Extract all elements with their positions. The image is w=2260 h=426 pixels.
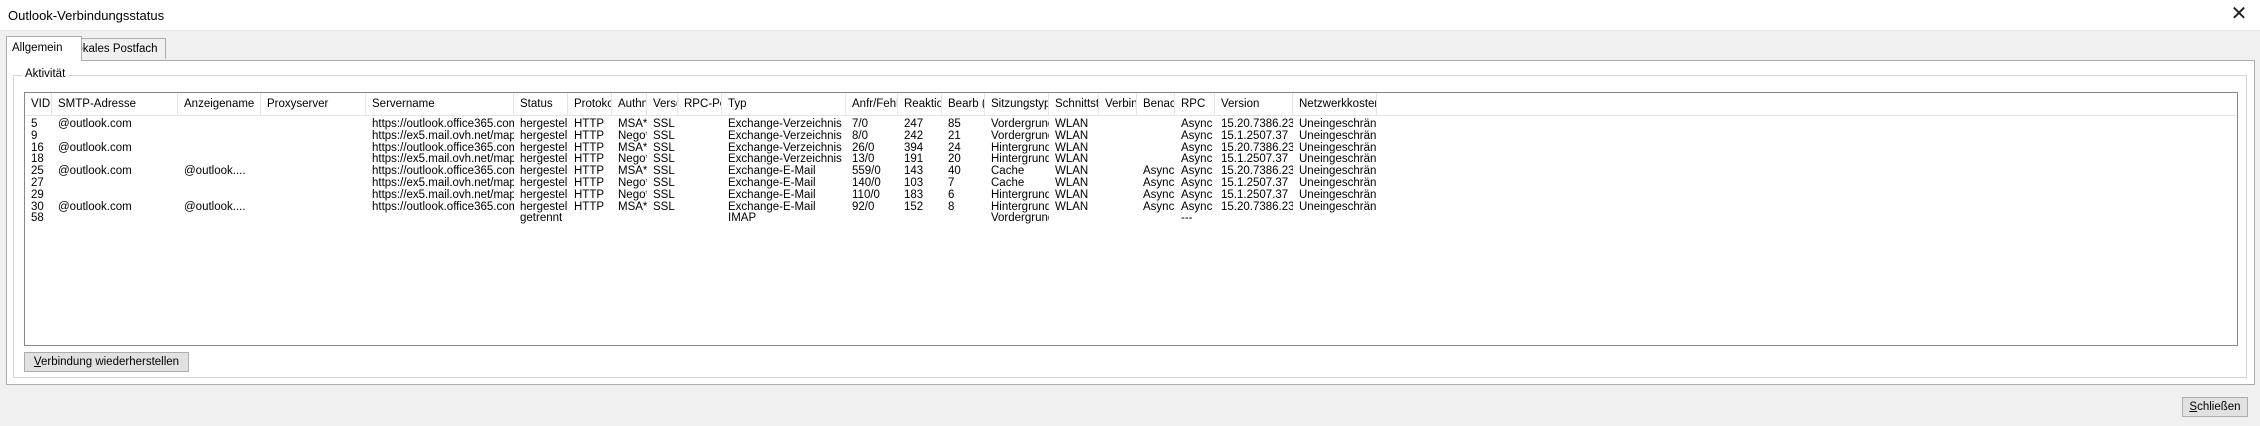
column-header[interactable]: Schnittste...: [1049, 93, 1099, 115]
table-cell: [678, 210, 722, 227]
tab-label: Allgemein: [12, 42, 63, 54]
table-cell: [568, 210, 612, 227]
table-cell: [261, 210, 366, 227]
column-header[interactable]: Version: [1215, 93, 1293, 115]
column-header[interactable]: Bearb (Ø): [942, 93, 985, 115]
column-header[interactable]: VID: [25, 93, 52, 115]
reconnect-button-mnemonic: V: [33, 356, 41, 368]
table-cell: [1293, 210, 1377, 227]
window-title: Outlook-Verbindungsstatus: [8, 8, 165, 23]
tab-label: Lokales Postfach: [70, 43, 158, 55]
activity-group: Aktivität VID SMTP-Adresse Anzeigename Prox…: [13, 68, 2247, 378]
tab-panel: Aktivität VID SMTP-Adresse Anzeigename Prox…: [6, 60, 2255, 385]
table-cell: [178, 210, 261, 227]
table-cell: IMAP: [728, 212, 757, 225]
table-cell: [1099, 210, 1137, 227]
column-header[interactable]: Sitzungstyp: [985, 93, 1049, 115]
table-cell: getrennt: [520, 212, 563, 225]
close-icon[interactable]: ✕: [2228, 4, 2250, 26]
column-header[interactable]: Authn: [612, 93, 647, 115]
table-cell: [52, 210, 178, 227]
column-header[interactable]: Versc...: [647, 93, 678, 115]
list-header: VID SMTP-Adresse Anzeigename Proxyserver Ser…: [25, 93, 2237, 116]
title-bar: Outlook-Verbindungsstatus ✕: [0, 0, 2260, 31]
column-header[interactable]: Anzeigename: [178, 93, 261, 115]
table-cell: [1215, 210, 1293, 227]
column-header[interactable]: Servername: [366, 93, 514, 115]
column-header[interactable]: Typ: [722, 93, 846, 115]
connection-list[interactable]: VID SMTP-Adresse Anzeigename Proxyserver Ser…: [24, 92, 2238, 346]
column-header[interactable]: Benac...: [1137, 93, 1175, 115]
table-cell: [942, 210, 985, 227]
column-header[interactable]: Anfr/Fehler: [846, 93, 898, 115]
close-button-label: chließen: [2197, 401, 2241, 413]
table-cell: [366, 210, 514, 227]
group-label: Aktivität: [22, 68, 69, 80]
table-cell: [846, 210, 898, 227]
table-cell: [647, 210, 678, 227]
column-header[interactable]: RPC-Port: [678, 93, 722, 115]
column-header[interactable]: Proxyserver: [261, 93, 366, 115]
column-header[interactable]: Protokoll: [568, 93, 612, 115]
table-cell: ---: [1181, 212, 1193, 225]
table-cell: 58: [31, 212, 44, 225]
column-header[interactable]: Reaktio...: [898, 93, 942, 115]
column-header[interactable]: SMTP-Adresse: [52, 93, 178, 115]
column-header[interactable]: Status: [514, 93, 568, 115]
reconnect-button-label: erbindung wiederherstellen: [40, 356, 180, 368]
reconnect-button[interactable]: Verbindung wiederherstellen: [24, 352, 189, 372]
tab-allgemein[interactable]: Allgemein: [6, 36, 82, 61]
table-cell: [612, 210, 647, 227]
table-cell: [898, 210, 942, 227]
table-cell: [1137, 210, 1175, 227]
table-row[interactable]: 58 getrennt IMAP Vordergrund ---: [25, 210, 2237, 227]
close-button-mnemonic: S: [2189, 401, 2198, 413]
column-header[interactable]: Verbin...: [1099, 93, 1137, 115]
column-header[interactable]: RPC: [1175, 93, 1215, 115]
table-cell: [1049, 210, 1099, 227]
column-header[interactable]: Netzwerkkosten: [1293, 93, 1377, 115]
table-cell: Vordergrund: [991, 212, 1049, 225]
close-button[interactable]: Schließen: [2182, 397, 2248, 417]
